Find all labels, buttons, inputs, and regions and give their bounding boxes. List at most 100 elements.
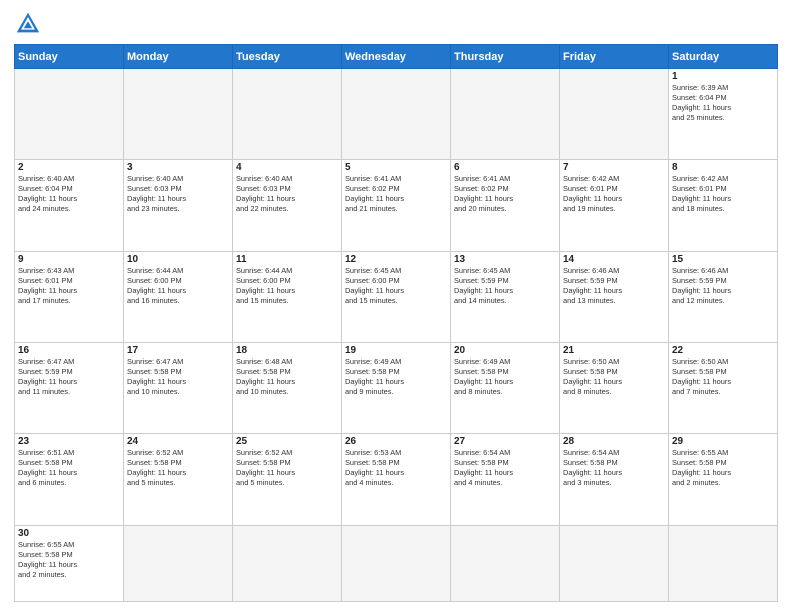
calendar-cell	[233, 69, 342, 160]
calendar-cell: 18Sunrise: 6:48 AM Sunset: 5:58 PM Dayli…	[233, 343, 342, 434]
calendar-cell	[233, 525, 342, 601]
day-info: Sunrise: 6:52 AM Sunset: 5:58 PM Dayligh…	[127, 448, 229, 488]
day-number: 4	[236, 162, 338, 173]
calendar-cell: 23Sunrise: 6:51 AM Sunset: 5:58 PM Dayli…	[15, 434, 124, 525]
day-info: Sunrise: 6:46 AM Sunset: 5:59 PM Dayligh…	[563, 266, 665, 306]
calendar-cell: 29Sunrise: 6:55 AM Sunset: 5:58 PM Dayli…	[669, 434, 778, 525]
day-info: Sunrise: 6:47 AM Sunset: 5:59 PM Dayligh…	[18, 357, 120, 397]
calendar-cell: 11Sunrise: 6:44 AM Sunset: 6:00 PM Dayli…	[233, 251, 342, 342]
week-row-4: 16Sunrise: 6:47 AM Sunset: 5:59 PM Dayli…	[15, 343, 778, 434]
day-info: Sunrise: 6:48 AM Sunset: 5:58 PM Dayligh…	[236, 357, 338, 397]
day-number: 9	[18, 254, 120, 265]
calendar-cell: 24Sunrise: 6:52 AM Sunset: 5:58 PM Dayli…	[124, 434, 233, 525]
calendar-cell: 13Sunrise: 6:45 AM Sunset: 5:59 PM Dayli…	[451, 251, 560, 342]
day-number: 24	[127, 436, 229, 447]
logo	[14, 10, 46, 38]
calendar-cell: 22Sunrise: 6:50 AM Sunset: 5:58 PM Dayli…	[669, 343, 778, 434]
day-number: 10	[127, 254, 229, 265]
day-info: Sunrise: 6:45 AM Sunset: 6:00 PM Dayligh…	[345, 266, 447, 306]
weekday-header-row: SundayMondayTuesdayWednesdayThursdayFrid…	[15, 45, 778, 69]
day-number: 16	[18, 345, 120, 356]
day-number: 19	[345, 345, 447, 356]
calendar-cell: 12Sunrise: 6:45 AM Sunset: 6:00 PM Dayli…	[342, 251, 451, 342]
day-info: Sunrise: 6:50 AM Sunset: 5:58 PM Dayligh…	[563, 357, 665, 397]
day-number: 5	[345, 162, 447, 173]
calendar-cell	[451, 69, 560, 160]
day-number: 11	[236, 254, 338, 265]
calendar-cell: 7Sunrise: 6:42 AM Sunset: 6:01 PM Daylig…	[560, 160, 669, 251]
day-info: Sunrise: 6:53 AM Sunset: 5:58 PM Dayligh…	[345, 448, 447, 488]
calendar-cell: 3Sunrise: 6:40 AM Sunset: 6:03 PM Daylig…	[124, 160, 233, 251]
calendar-cell: 20Sunrise: 6:49 AM Sunset: 5:58 PM Dayli…	[451, 343, 560, 434]
day-number: 28	[563, 436, 665, 447]
calendar-cell: 9Sunrise: 6:43 AM Sunset: 6:01 PM Daylig…	[15, 251, 124, 342]
day-info: Sunrise: 6:52 AM Sunset: 5:58 PM Dayligh…	[236, 448, 338, 488]
day-info: Sunrise: 6:47 AM Sunset: 5:58 PM Dayligh…	[127, 357, 229, 397]
calendar-cell: 17Sunrise: 6:47 AM Sunset: 5:58 PM Dayli…	[124, 343, 233, 434]
day-number: 1	[672, 71, 774, 82]
day-number: 15	[672, 254, 774, 265]
week-row-3: 9Sunrise: 6:43 AM Sunset: 6:01 PM Daylig…	[15, 251, 778, 342]
calendar-cell	[560, 525, 669, 601]
calendar-cell	[124, 525, 233, 601]
calendar-cell: 14Sunrise: 6:46 AM Sunset: 5:59 PM Dayli…	[560, 251, 669, 342]
day-number: 22	[672, 345, 774, 356]
calendar-cell: 15Sunrise: 6:46 AM Sunset: 5:59 PM Dayli…	[669, 251, 778, 342]
weekday-header-sunday: Sunday	[15, 45, 124, 69]
day-number: 27	[454, 436, 556, 447]
day-info: Sunrise: 6:40 AM Sunset: 6:03 PM Dayligh…	[236, 174, 338, 214]
calendar-cell: 10Sunrise: 6:44 AM Sunset: 6:00 PM Dayli…	[124, 251, 233, 342]
week-row-5: 23Sunrise: 6:51 AM Sunset: 5:58 PM Dayli…	[15, 434, 778, 525]
week-row-2: 2Sunrise: 6:40 AM Sunset: 6:04 PM Daylig…	[15, 160, 778, 251]
day-info: Sunrise: 6:40 AM Sunset: 6:04 PM Dayligh…	[18, 174, 120, 214]
day-number: 30	[18, 528, 120, 539]
weekday-header-wednesday: Wednesday	[342, 45, 451, 69]
calendar-cell: 2Sunrise: 6:40 AM Sunset: 6:04 PM Daylig…	[15, 160, 124, 251]
day-info: Sunrise: 6:55 AM Sunset: 5:58 PM Dayligh…	[18, 540, 120, 580]
weekday-header-friday: Friday	[560, 45, 669, 69]
day-info: Sunrise: 6:44 AM Sunset: 6:00 PM Dayligh…	[236, 266, 338, 306]
day-info: Sunrise: 6:41 AM Sunset: 6:02 PM Dayligh…	[345, 174, 447, 214]
day-number: 21	[563, 345, 665, 356]
day-info: Sunrise: 6:54 AM Sunset: 5:58 PM Dayligh…	[454, 448, 556, 488]
day-info: Sunrise: 6:46 AM Sunset: 5:59 PM Dayligh…	[672, 266, 774, 306]
day-number: 18	[236, 345, 338, 356]
day-info: Sunrise: 6:49 AM Sunset: 5:58 PM Dayligh…	[345, 357, 447, 397]
calendar-cell: 16Sunrise: 6:47 AM Sunset: 5:59 PM Dayli…	[15, 343, 124, 434]
calendar-cell: 6Sunrise: 6:41 AM Sunset: 6:02 PM Daylig…	[451, 160, 560, 251]
day-number: 3	[127, 162, 229, 173]
day-number: 7	[563, 162, 665, 173]
calendar-cell	[669, 525, 778, 601]
calendar-cell	[342, 525, 451, 601]
day-number: 13	[454, 254, 556, 265]
day-number: 17	[127, 345, 229, 356]
calendar-cell: 28Sunrise: 6:54 AM Sunset: 5:58 PM Dayli…	[560, 434, 669, 525]
day-info: Sunrise: 6:51 AM Sunset: 5:58 PM Dayligh…	[18, 448, 120, 488]
day-info: Sunrise: 6:50 AM Sunset: 5:58 PM Dayligh…	[672, 357, 774, 397]
day-number: 6	[454, 162, 556, 173]
calendar-cell	[342, 69, 451, 160]
day-info: Sunrise: 6:42 AM Sunset: 6:01 PM Dayligh…	[672, 174, 774, 214]
weekday-header-monday: Monday	[124, 45, 233, 69]
calendar-cell	[451, 525, 560, 601]
day-number: 23	[18, 436, 120, 447]
day-number: 14	[563, 254, 665, 265]
day-info: Sunrise: 6:39 AM Sunset: 6:04 PM Dayligh…	[672, 83, 774, 123]
calendar-cell: 21Sunrise: 6:50 AM Sunset: 5:58 PM Dayli…	[560, 343, 669, 434]
day-info: Sunrise: 6:55 AM Sunset: 5:58 PM Dayligh…	[672, 448, 774, 488]
day-info: Sunrise: 6:43 AM Sunset: 6:01 PM Dayligh…	[18, 266, 120, 306]
day-number: 26	[345, 436, 447, 447]
day-number: 25	[236, 436, 338, 447]
day-info: Sunrise: 6:44 AM Sunset: 6:00 PM Dayligh…	[127, 266, 229, 306]
week-row-6: 30Sunrise: 6:55 AM Sunset: 5:58 PM Dayli…	[15, 525, 778, 601]
calendar-cell: 25Sunrise: 6:52 AM Sunset: 5:58 PM Dayli…	[233, 434, 342, 525]
header	[14, 10, 778, 38]
day-number: 2	[18, 162, 120, 173]
calendar-cell	[560, 69, 669, 160]
day-info: Sunrise: 6:41 AM Sunset: 6:02 PM Dayligh…	[454, 174, 556, 214]
calendar-table: SundayMondayTuesdayWednesdayThursdayFrid…	[14, 44, 778, 602]
calendar-cell	[15, 69, 124, 160]
calendar-cell: 30Sunrise: 6:55 AM Sunset: 5:58 PM Dayli…	[15, 525, 124, 601]
logo-icon	[14, 10, 42, 38]
calendar-cell: 27Sunrise: 6:54 AM Sunset: 5:58 PM Dayli…	[451, 434, 560, 525]
